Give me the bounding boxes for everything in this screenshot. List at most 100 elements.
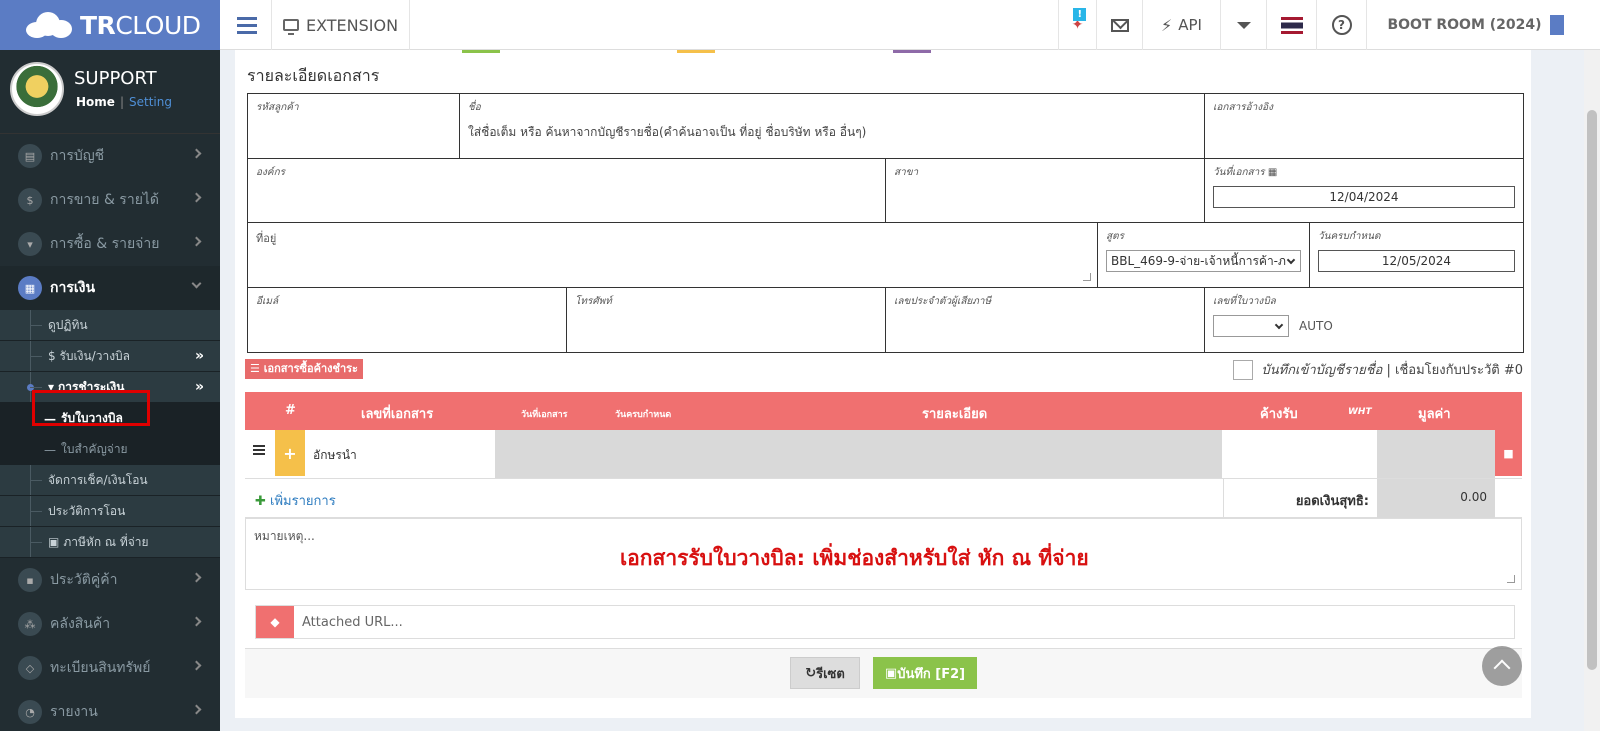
extension-button[interactable]: EXTENSION — [272, 0, 410, 50]
brand-rest: CLOUD — [115, 10, 201, 40]
menu-toggle-button[interactable] — [222, 0, 272, 50]
email-field[interactable]: อีเมล์ — [248, 288, 567, 352]
avatar — [10, 62, 64, 116]
col-doc-no: เลขที่เอกสาร — [361, 407, 434, 422]
scroll-to-top-button[interactable] — [1482, 646, 1522, 686]
chevron-down-icon — [191, 278, 202, 289]
api-button[interactable]: ⚡ API — [1142, 0, 1220, 50]
col-doc-date: วันที่เอกสาร — [521, 410, 568, 420]
chevron-right-icon — [191, 616, 202, 627]
detail-cell — [495, 430, 1222, 478]
menu-inventory[interactable]: ⁂ คลังสินค้า — [0, 602, 220, 646]
help-button[interactable]: ? — [1316, 0, 1366, 50]
resize-handle-icon[interactable] — [1507, 575, 1515, 583]
menu-finance[interactable]: ▦ การเงิน — [0, 266, 220, 310]
sub-item-label: ภาษีหัก ณ ที่จ่าย — [63, 534, 149, 549]
chevron-right-icon — [191, 236, 202, 247]
document-icon: ▣ — [48, 535, 60, 549]
list-icon: ☰ — [250, 362, 264, 375]
tax-id-field[interactable]: เลขประจำตัวผู้เสียภาษี — [886, 288, 1205, 352]
trash-icon[interactable]: ■ — [1495, 430, 1522, 476]
formula-value: BBL_469-9-จ่าย-เจ้าหนี้การค้า-ภ — [1111, 254, 1286, 268]
amount-cell — [1377, 430, 1495, 478]
pending-purchase-label: เอกสารซื้อค้างชำระ — [263, 362, 358, 375]
sub-item-cheque[interactable]: จัดการเช็ค/เงินโอน — [0, 465, 220, 496]
menu-reports[interactable]: ◔ รายงาน — [0, 690, 220, 731]
dropbox-icon[interactable]: ◆ — [256, 606, 294, 638]
chevron-right-icon — [191, 572, 202, 583]
formula-select[interactable]: BBL_469-9-จ่าย-เจ้าหนี้การค้า-ภ — [1106, 250, 1301, 272]
sub-item-label: $ รับเงิน/วางบิล — [48, 348, 131, 363]
net-total-value: 0.00 — [1377, 479, 1495, 519]
name-field[interactable]: ชื่อ ใส่ชื่อเต็ม หรือ ค้นหาจากบัญชีรายชื… — [460, 94, 1205, 158]
book-icon: ▤ — [18, 144, 42, 168]
chevron-down-icon — [1274, 320, 1284, 330]
chevron-right-icon — [191, 148, 202, 159]
finance-submenu: ดูปฏิทิน $ รับเงิน/วางบิล » ▾ การชำระเงิ… — [0, 310, 220, 558]
sub-item-receive-billing[interactable]: $ รับเงิน/วางบิล » — [0, 341, 220, 372]
user-panel: SUPPORT Home | Setting — [0, 50, 220, 134]
save-button[interactable]: ▣ บันทึก [F2] — [873, 657, 977, 689]
brand-logo[interactable]: TRCLOUD — [0, 0, 220, 50]
menu-assets[interactable]: ◇ ทะเบียนสินทรัพย์ — [0, 646, 220, 690]
resize-handle-icon[interactable] — [1083, 273, 1091, 281]
formula-cell: สูตร BBL_469-9-จ่าย-เจ้าหนี้การค้า-ภ — [1098, 223, 1310, 287]
attached-url-input[interactable]: Attached URL... — [302, 615, 403, 630]
bill-no-auto: AUTO — [1299, 319, 1333, 333]
sub-item-calendar[interactable]: ดูปฏิทิน — [0, 310, 220, 341]
home-link[interactable]: Home — [76, 95, 115, 109]
extension-label: EXTENSION — [305, 15, 399, 35]
branch-label: สาขา — [894, 167, 919, 178]
bill-no-select[interactable] — [1213, 315, 1289, 337]
menu-purchase[interactable]: ▾ การซื้อ & รายจ่าย — [0, 222, 220, 266]
due-date-cell: วันครบกำหนด 12/05/2024 — [1310, 223, 1523, 287]
caret-down-icon — [1236, 21, 1251, 29]
phone-field[interactable]: โทรศัพท์ — [567, 288, 886, 352]
add-line-button[interactable]: ✚ เพิ่มรายการ — [255, 490, 336, 511]
ref-doc-field[interactable]: เอกสารอ้างอิง — [1205, 94, 1523, 158]
doc-date-cell: วันที่เอกสาร ▦ 12/04/2024 — [1205, 159, 1523, 222]
action-bar: ↻ รีเซต ▣ บันทึก [F2] — [245, 648, 1522, 698]
refresh-icon: ↻ — [805, 665, 817, 681]
save-contact-checkbox[interactable] — [1233, 359, 1254, 380]
menu-accounting[interactable]: ▤ การบัญชี — [0, 134, 220, 178]
formula-label: สูตร — [1106, 231, 1124, 242]
dropdown-button[interactable] — [1220, 0, 1266, 50]
page-scrollbar[interactable] — [1584, 50, 1600, 731]
calendar-icon: ▦ — [18, 276, 42, 300]
company-switcher[interactable]: BOOT ROOM (2024) — [1366, 0, 1584, 50]
address-field[interactable]: ที่อยู่ — [248, 223, 1098, 287]
pending-purchase-button[interactable]: ☰ เอกสารซื้อค้างชำระ — [245, 359, 363, 379]
subsub-item-payment-voucher[interactable]: — ใบสำคัญจ่าย — [0, 434, 220, 465]
note-placeholder: หมายเหตุ... — [254, 529, 315, 543]
org-field[interactable]: องค์กร — [248, 159, 886, 222]
thai-flag-icon — [1280, 16, 1303, 34]
drag-handle-icon[interactable] — [253, 445, 265, 447]
customer-code-field[interactable]: รหัสลูกค้า — [248, 94, 460, 158]
due-date-input[interactable]: 12/05/2024 — [1318, 250, 1515, 272]
col-due-date: วันครบกำหนด — [615, 410, 672, 420]
chevron-right-icon — [191, 704, 202, 715]
notification-button[interactable]: ✦ ! — [1058, 0, 1096, 50]
mail-button[interactable] — [1096, 0, 1142, 50]
double-chevron-right-icon: » — [194, 348, 204, 364]
row-prefix: อักษรนำ — [313, 448, 357, 462]
floppy-icon: ▣ — [884, 665, 898, 681]
menu-label: การซื้อ & รายจ่าย — [50, 236, 160, 252]
sub-item-wht[interactable]: ▣ ภาษีหัก ณ ที่จ่าย — [0, 527, 220, 558]
branch-field[interactable]: สาขา — [886, 159, 1205, 222]
document-form: รหัสลูกค้า ชื่อ ใส่ชื่อเต็ม หรือ ค้นหาจา… — [247, 93, 1524, 353]
address-label: ที่อยู่ — [256, 232, 277, 245]
menu-label: การเงิน — [50, 280, 96, 296]
language-button[interactable] — [1266, 0, 1316, 50]
menu-contacts[interactable]: ▪ ประวัติคู่ค้า — [0, 558, 220, 602]
reset-button[interactable]: ↻ รีเซต — [790, 657, 860, 689]
notification-badge: ! — [1073, 8, 1086, 21]
sub-item-transfer-history[interactable]: ประวัติการโอน — [0, 496, 220, 527]
tab-indicator-yellow — [677, 50, 715, 53]
doc-date-input[interactable]: 12/04/2024 — [1213, 186, 1515, 208]
menu-sales[interactable]: $ การขาย & รายได้ — [0, 178, 220, 222]
setting-link[interactable]: Setting — [129, 95, 172, 109]
add-row-button[interactable]: + — [275, 430, 305, 476]
menu-label: รายงาน — [50, 704, 98, 720]
